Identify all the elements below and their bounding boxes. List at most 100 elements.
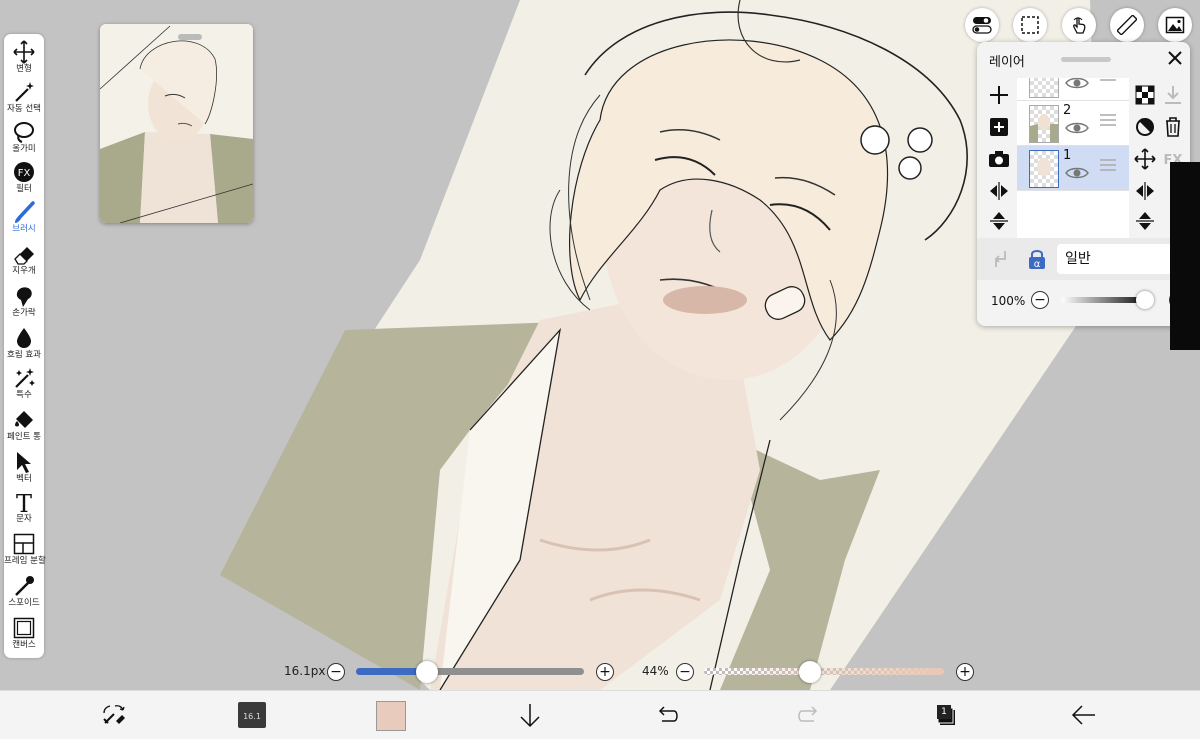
tool-auto-select[interactable]: 자동 선택	[4, 78, 44, 118]
brush-opacity-label: 44%	[642, 664, 669, 678]
layer-opacity-track[interactable]	[1061, 297, 1145, 303]
drag-handle-icon[interactable]	[1099, 78, 1117, 82]
close-icon[interactable]	[1165, 48, 1185, 68]
brush-size-decrease-button[interactable]: −	[327, 663, 345, 681]
text-icon: T	[16, 490, 32, 514]
magic-wand-icon	[15, 82, 34, 102]
selection-button[interactable]	[1013, 8, 1047, 42]
flip-h-right-button[interactable]	[1132, 178, 1158, 204]
tool-blur[interactable]: 흐림 효과	[4, 324, 44, 364]
tool-sidebar: 변형 자동 선택 올가미 FX 필터 브러시 지우개 손가락 흐림 효과 특수 …	[4, 34, 46, 658]
tool-smudge[interactable]: 손가락	[4, 282, 44, 322]
tool-vector[interactable]: 벡터	[4, 448, 44, 488]
layer-thumbnail-art	[1037, 158, 1051, 176]
visibility-eye-icon[interactable]	[1065, 121, 1089, 135]
canvas-navigator-thumbnail[interactable]	[100, 24, 253, 223]
tool-label: 지우개	[12, 266, 36, 276]
ruler-button[interactable]	[1110, 8, 1144, 42]
add-layer-button[interactable]	[986, 82, 1012, 108]
merge-down-button[interactable]	[1160, 82, 1186, 108]
brush-size-knob[interactable]	[415, 661, 438, 683]
tool-label: 흐림 효과	[7, 350, 41, 360]
visibility-eye-icon[interactable]	[1065, 166, 1089, 180]
plus-glyph: +	[599, 664, 611, 680]
tool-transform[interactable]: 변형	[4, 38, 44, 78]
side-panel-handle[interactable]	[1170, 162, 1200, 350]
tool-label: 브러시	[12, 224, 36, 234]
undo-icon	[658, 706, 678, 722]
undo-button[interactable]	[654, 701, 682, 729]
tool-eraser[interactable]: 지우개	[4, 240, 44, 280]
text-glyph: T	[16, 490, 32, 514]
layer-row[interactable]: 2	[1017, 101, 1129, 146]
brush-size-slider[interactable]	[356, 668, 584, 675]
tool-eyedropper[interactable]: 스포이드	[4, 572, 44, 612]
redo-button[interactable]	[794, 701, 822, 729]
panel-drag-handle[interactable]	[1061, 57, 1111, 62]
layer-opacity-value: 100%	[991, 294, 1026, 308]
flip-v-right-button[interactable]	[1132, 208, 1158, 234]
tool-text[interactable]: T 문자	[4, 488, 44, 528]
layer-thumbnail-art	[1030, 114, 1058, 142]
color-picker-swatch[interactable]	[376, 701, 406, 731]
settings-toggle-button[interactable]	[965, 8, 999, 42]
arrow-left-icon	[1071, 705, 1095, 725]
canvas-icon	[13, 617, 35, 639]
alpha-lock-icon[interactable]: α	[1025, 247, 1049, 271]
move-layer-button[interactable]	[1132, 146, 1158, 172]
tool-label: 스포이드	[8, 598, 40, 608]
layer-row[interactable]: 3	[1017, 78, 1129, 101]
tool-special[interactable]: 특수	[4, 364, 44, 404]
tool-filter[interactable]: FX 필터	[4, 158, 44, 198]
tool-label: 캔버스	[12, 640, 36, 650]
duplicate-layer-button[interactable]	[986, 114, 1012, 140]
quick-tool-button[interactable]	[100, 701, 128, 729]
flip-vertical-button[interactable]	[986, 208, 1012, 234]
clipping-icon[interactable]	[989, 247, 1013, 271]
layer-panel: 레이어 3	[977, 42, 1190, 326]
tool-canvas[interactable]: 캔버스	[4, 614, 44, 654]
brush-size-increase-button[interactable]: +	[596, 663, 614, 681]
tool-label: 자동 선택	[7, 104, 41, 114]
layer-row-selected[interactable]: 1	[1017, 146, 1129, 191]
move-icon	[13, 40, 35, 64]
flip-horizontal-button[interactable]	[986, 178, 1012, 204]
fx-glyph: FX	[18, 168, 31, 179]
layer-thumbnail	[1029, 78, 1059, 98]
flip-vertical-icon	[1136, 212, 1154, 230]
fx-icon: FX	[14, 162, 34, 182]
tool-paint-bucket[interactable]: 페인트 통	[4, 406, 44, 446]
back-button[interactable]	[1070, 701, 1098, 729]
delete-layer-button[interactable]	[1160, 114, 1186, 140]
layer-panel-title: 레이어	[989, 55, 1025, 70]
tool-label: 필터	[16, 184, 32, 194]
download-icon	[1165, 86, 1181, 104]
brush-size-label: 16.1px	[284, 664, 326, 678]
arrow-down-icon	[520, 704, 540, 728]
gesture-icon	[1073, 17, 1086, 34]
visibility-eye-icon[interactable]	[1065, 78, 1089, 90]
tool-brush[interactable]: 브러시	[4, 198, 44, 238]
drag-handle-icon[interactable]	[1099, 158, 1117, 172]
image-button[interactable]	[1158, 8, 1192, 42]
alpha-glyph: α	[1034, 259, 1041, 270]
drag-handle-icon[interactable]	[1099, 113, 1117, 127]
camera-button[interactable]	[986, 146, 1012, 172]
swap-tools-icon	[103, 705, 125, 724]
brush-opacity-slider[interactable]	[704, 668, 944, 675]
flip-vertical-icon	[990, 212, 1008, 230]
import-button[interactable]	[516, 701, 544, 729]
tool-label: 페인트 통	[7, 432, 41, 442]
opacity-decrease-button[interactable]: −	[1031, 291, 1049, 309]
brush-opacity-increase-button[interactable]: +	[956, 663, 974, 681]
tool-lasso[interactable]: 올가미	[4, 118, 44, 158]
toggle-icon	[972, 17, 992, 34]
blur-drop-icon	[17, 328, 31, 348]
tool-frame-divide[interactable]: 프레임 분할	[4, 530, 46, 570]
layer-opacity-knob[interactable]	[1136, 291, 1154, 309]
invert-button[interactable]	[1132, 114, 1158, 140]
brush-opacity-knob[interactable]	[798, 661, 821, 683]
gesture-button[interactable]	[1062, 8, 1096, 42]
brush-opacity-decrease-button[interactable]: −	[676, 663, 694, 681]
checker-button[interactable]	[1132, 82, 1158, 108]
